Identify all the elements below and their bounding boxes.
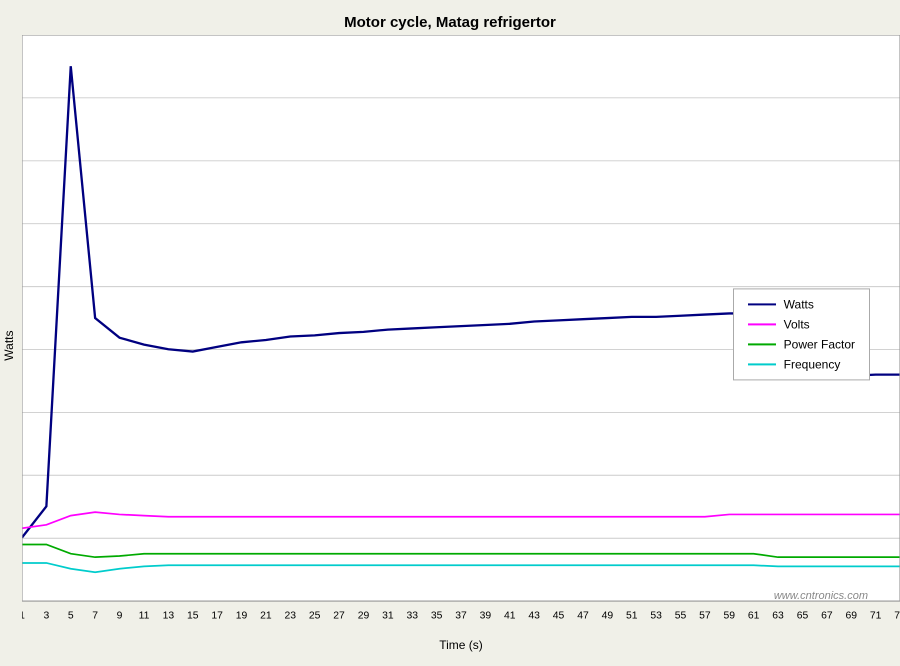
legend-line-frequency (748, 363, 776, 365)
svg-text:41: 41 (504, 610, 516, 621)
legend-item-frequency: Frequency (748, 357, 855, 371)
svg-text:31: 31 (382, 610, 394, 621)
svg-text:43: 43 (528, 610, 540, 621)
legend-item-volts: Volts (748, 317, 855, 331)
legend-label-frequency: Frequency (784, 357, 841, 371)
svg-text:11: 11 (139, 610, 150, 621)
svg-text:19: 19 (236, 610, 248, 621)
svg-text:73: 73 (894, 610, 900, 621)
svg-text:35: 35 (431, 610, 443, 621)
svg-text:5: 5 (68, 610, 74, 621)
legend-item-watts: Watts (748, 297, 855, 311)
svg-text:69: 69 (845, 610, 857, 621)
svg-text:29: 29 (358, 610, 370, 621)
svg-text:3: 3 (43, 610, 49, 621)
svg-text:67: 67 (821, 610, 833, 621)
watermark: www.cntronics.com (774, 590, 868, 602)
legend-line-power-factor (748, 343, 776, 345)
chart-container: Motor cycle, Matag refrigertor Watts (0, 0, 900, 632)
svg-text:13: 13 (163, 610, 175, 621)
x-axis-label: Time (s) (22, 636, 900, 656)
legend-label-power-factor: Power Factor (784, 337, 855, 351)
svg-text:47: 47 (577, 610, 589, 621)
svg-text:7: 7 (92, 610, 98, 621)
svg-text:55: 55 (675, 610, 687, 621)
svg-text:15: 15 (187, 610, 199, 621)
svg-text:45: 45 (553, 610, 565, 621)
legend-line-volts (748, 323, 776, 325)
svg-text:27: 27 (333, 610, 345, 621)
svg-text:71: 71 (870, 610, 882, 621)
svg-text:1: 1 (22, 610, 25, 621)
chart-legend: Watts Volts Power Factor Frequency (733, 288, 870, 380)
chart-title: Motor cycle, Matag refrigertor (344, 14, 556, 31)
svg-text:65: 65 (797, 610, 809, 621)
svg-text:21: 21 (260, 610, 272, 621)
svg-text:63: 63 (772, 610, 784, 621)
svg-text:9: 9 (117, 610, 123, 621)
legend-label-watts: Watts (784, 297, 814, 311)
svg-text:49: 49 (602, 610, 614, 621)
svg-text:51: 51 (626, 610, 638, 621)
svg-text:57: 57 (699, 610, 711, 621)
svg-text:33: 33 (406, 610, 418, 621)
svg-text:25: 25 (309, 610, 321, 621)
svg-text:23: 23 (284, 610, 296, 621)
y-axis-label: Watts (0, 35, 22, 656)
legend-item-power-factor: Power Factor (748, 337, 855, 351)
svg-text:17: 17 (211, 610, 223, 621)
legend-label-volts: Volts (784, 317, 810, 331)
svg-text:59: 59 (723, 610, 735, 621)
svg-text:61: 61 (748, 610, 760, 621)
legend-line-watts (748, 303, 776, 305)
svg-text:53: 53 (650, 610, 662, 621)
svg-text:39: 39 (480, 610, 492, 621)
chart-area: Watts (0, 35, 900, 666)
svg-text:37: 37 (455, 610, 467, 621)
